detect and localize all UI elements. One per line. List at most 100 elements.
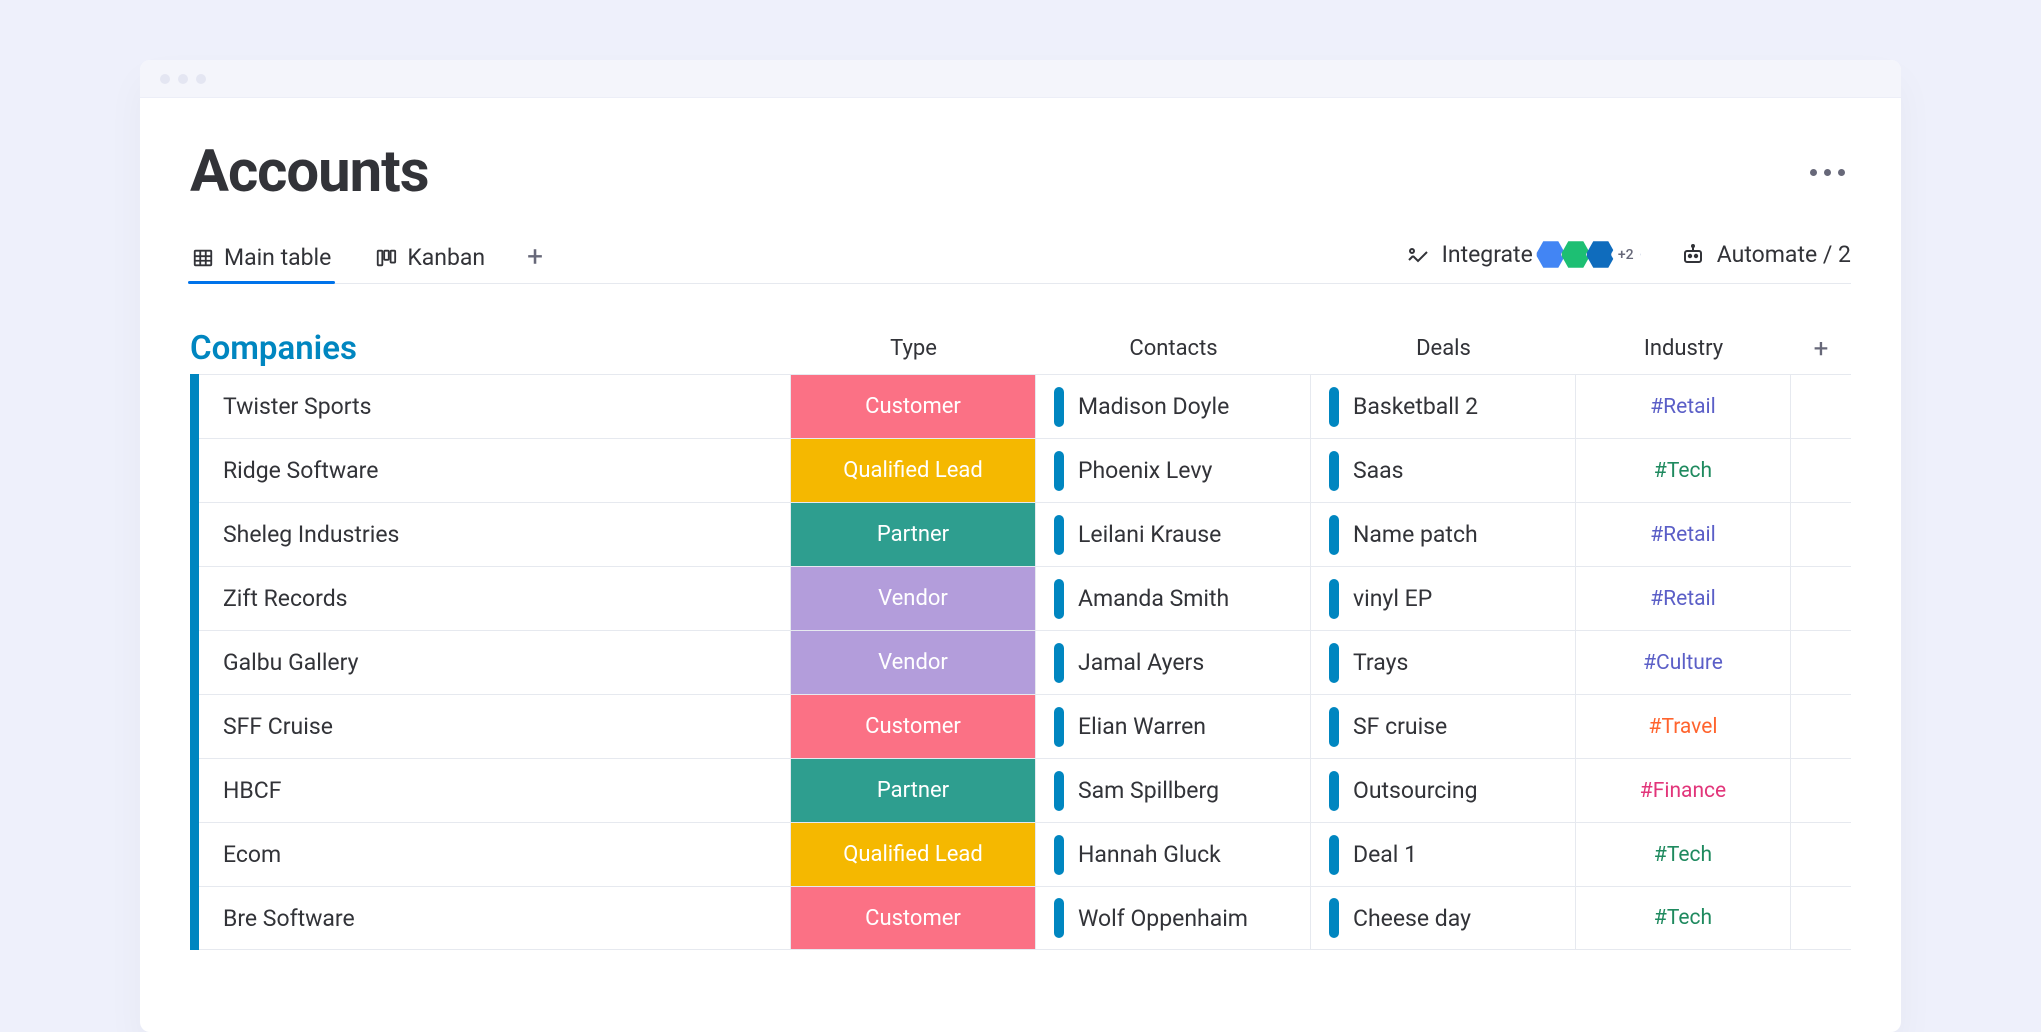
company-name-cell[interactable]: SFF Cruise xyxy=(199,695,791,758)
contact-cell[interactable]: Elian Warren xyxy=(1036,695,1311,758)
table-row[interactable]: Twister SportsCustomer Madison Doyle Baske… xyxy=(199,374,1851,438)
deal-name: Outsourcing xyxy=(1353,777,1478,804)
company-name-cell[interactable]: Ecom xyxy=(199,823,791,886)
contact-cell[interactable]: Madison Doyle xyxy=(1036,375,1311,438)
industry-tag: #Retail xyxy=(1650,587,1716,611)
group-title[interactable]: Companies xyxy=(190,329,791,368)
contact-name: Madison Doyle xyxy=(1078,393,1229,420)
table-row[interactable]: EcomQualified Lead Hannah Gluck Deal 1#Tec… xyxy=(199,822,1851,886)
deal-cell[interactable]: Deal 1 xyxy=(1311,823,1576,886)
table-row[interactable]: Galbu GalleryVendorJamal Ayers Trays #Cult… xyxy=(199,630,1851,694)
contact-cell[interactable]: Hannah Gluck xyxy=(1036,823,1311,886)
industry-tag: #Retail xyxy=(1650,523,1716,547)
empty-cell xyxy=(1791,887,1851,949)
type-cell[interactable]: Qualified Lead xyxy=(791,823,1036,886)
type-cell[interactable]: Partner xyxy=(791,503,1036,566)
deal-cell[interactable]: vinyl EP xyxy=(1311,567,1576,630)
page-title: Accounts xyxy=(190,138,429,206)
deal-cell[interactable]: SF cruise xyxy=(1311,695,1576,758)
contact-cell[interactable]: Wolf Oppenhaim xyxy=(1036,887,1311,949)
table-row[interactable]: Sheleg IndustriesPartnerLeilani KrauseNa… xyxy=(199,502,1851,566)
table-row[interactable]: Ridge SoftwareQualified LeadPhoenix Levy… xyxy=(199,438,1851,502)
dots-icon xyxy=(1838,169,1845,176)
industry-cell[interactable]: #Finance xyxy=(1576,759,1791,822)
type-cell[interactable]: Customer xyxy=(791,887,1036,949)
column-header-industry[interactable]: Industry xyxy=(1576,336,1791,361)
window-dot-icon xyxy=(160,74,170,84)
deal-cell[interactable]: Cheese day xyxy=(1311,887,1576,949)
link-pill-icon xyxy=(1329,579,1339,619)
contact-cell[interactable]: Jamal Ayers xyxy=(1036,631,1311,694)
integrate-button[interactable]: Integrate +2 xyxy=(1406,240,1641,270)
column-header-type[interactable]: Type xyxy=(791,336,1036,361)
deal-name: Trays xyxy=(1353,649,1408,676)
industry-cell[interactable]: #Tech xyxy=(1576,887,1791,949)
company-name-cell[interactable]: Sheleg Industries xyxy=(199,503,791,566)
kanban-icon xyxy=(375,247,397,269)
contact-name: Sam Spillberg xyxy=(1078,777,1219,804)
table-row[interactable]: HBCFPartner Sam Spillberg Outsourcing #Fina… xyxy=(199,758,1851,822)
industry-cell[interactable]: #Retail xyxy=(1576,503,1791,566)
link-pill-icon xyxy=(1054,707,1064,747)
company-name-cell[interactable]: Ridge Software xyxy=(199,439,791,502)
industry-cell[interactable]: #Tech xyxy=(1576,823,1791,886)
company-name-cell[interactable]: Zift Records xyxy=(199,567,791,630)
industry-cell[interactable]: #Travel xyxy=(1576,695,1791,758)
contact-cell[interactable]: Amanda Smith xyxy=(1036,567,1311,630)
type-cell[interactable]: Customer xyxy=(791,695,1036,758)
deal-cell[interactable]: Basketball 2 xyxy=(1311,375,1576,438)
industry-tag: #Finance xyxy=(1640,779,1726,803)
column-header-deals[interactable]: Deals xyxy=(1311,336,1576,361)
integration-badges: +2 xyxy=(1541,240,1641,270)
industry-cell[interactable]: #Tech xyxy=(1576,439,1791,502)
deal-cell[interactable]: Name patch xyxy=(1311,503,1576,566)
link-pill-icon xyxy=(1329,771,1339,811)
contact-cell[interactable]: Sam Spillberg xyxy=(1036,759,1311,822)
industry-cell[interactable]: #Retail xyxy=(1576,375,1791,438)
add-column-button[interactable]: + xyxy=(1791,334,1851,364)
app-window: Accounts Main table Kanban + xyxy=(140,60,1901,1032)
type-cell[interactable]: Customer xyxy=(791,375,1036,438)
column-header-contacts[interactable]: Contacts xyxy=(1036,336,1311,361)
type-cell[interactable]: Qualified Lead xyxy=(791,439,1036,502)
deal-cell[interactable]: Outsourcing xyxy=(1311,759,1576,822)
empty-cell xyxy=(1791,823,1851,886)
type-cell[interactable]: Vendor xyxy=(791,631,1036,694)
link-pill-icon xyxy=(1054,771,1064,811)
view-tabs: Main table Kanban + Integrate +2 xyxy=(190,234,1851,284)
more-options-button[interactable] xyxy=(1810,169,1851,176)
link-pill-icon xyxy=(1329,387,1339,427)
industry-cell[interactable]: #Culture xyxy=(1576,631,1791,694)
table-row[interactable]: SFF CruiseCustomerElian WarrenSF cruise #… xyxy=(199,694,1851,758)
add-view-button[interactable]: + xyxy=(527,243,543,275)
company-name-cell[interactable]: Galbu Gallery xyxy=(199,631,791,694)
empty-cell xyxy=(1791,375,1851,438)
industry-tag: #Tech xyxy=(1654,459,1712,483)
empty-cell xyxy=(1791,567,1851,630)
table-row[interactable]: Bre SoftwareCustomerWolf OppenhaimCheese… xyxy=(199,886,1851,950)
contact-cell[interactable]: Phoenix Levy xyxy=(1036,439,1311,502)
deal-cell[interactable]: Saas xyxy=(1311,439,1576,502)
link-pill-icon xyxy=(1054,387,1064,427)
type-cell[interactable]: Vendor xyxy=(791,567,1036,630)
deal-cell[interactable]: Trays xyxy=(1311,631,1576,694)
automate-button[interactable]: Automate / 2 xyxy=(1681,241,1851,268)
industry-cell[interactable]: #Retail xyxy=(1576,567,1791,630)
contact-name: Hannah Gluck xyxy=(1078,841,1221,868)
tab-main-table[interactable]: Main table xyxy=(190,234,333,283)
contact-name: Amanda Smith xyxy=(1078,585,1229,612)
tab-label: Kanban xyxy=(407,244,485,271)
contact-cell[interactable]: Leilani Krause xyxy=(1036,503,1311,566)
dots-icon xyxy=(1810,169,1817,176)
company-name-cell[interactable]: Twister Sports xyxy=(199,375,791,438)
link-pill-icon xyxy=(1329,835,1339,875)
industry-tag: #Travel xyxy=(1649,715,1718,739)
industry-tag: #Retail xyxy=(1650,395,1716,419)
tab-kanban[interactable]: Kanban xyxy=(373,234,487,283)
table-row[interactable]: Zift RecordsVendor Amanda Smith vinyl EP #R… xyxy=(199,566,1851,630)
type-cell[interactable]: Partner xyxy=(791,759,1036,822)
link-pill-icon xyxy=(1329,643,1339,683)
empty-cell xyxy=(1791,631,1851,694)
company-name-cell[interactable]: Bre Software xyxy=(199,887,791,949)
company-name-cell[interactable]: HBCF xyxy=(199,759,791,822)
